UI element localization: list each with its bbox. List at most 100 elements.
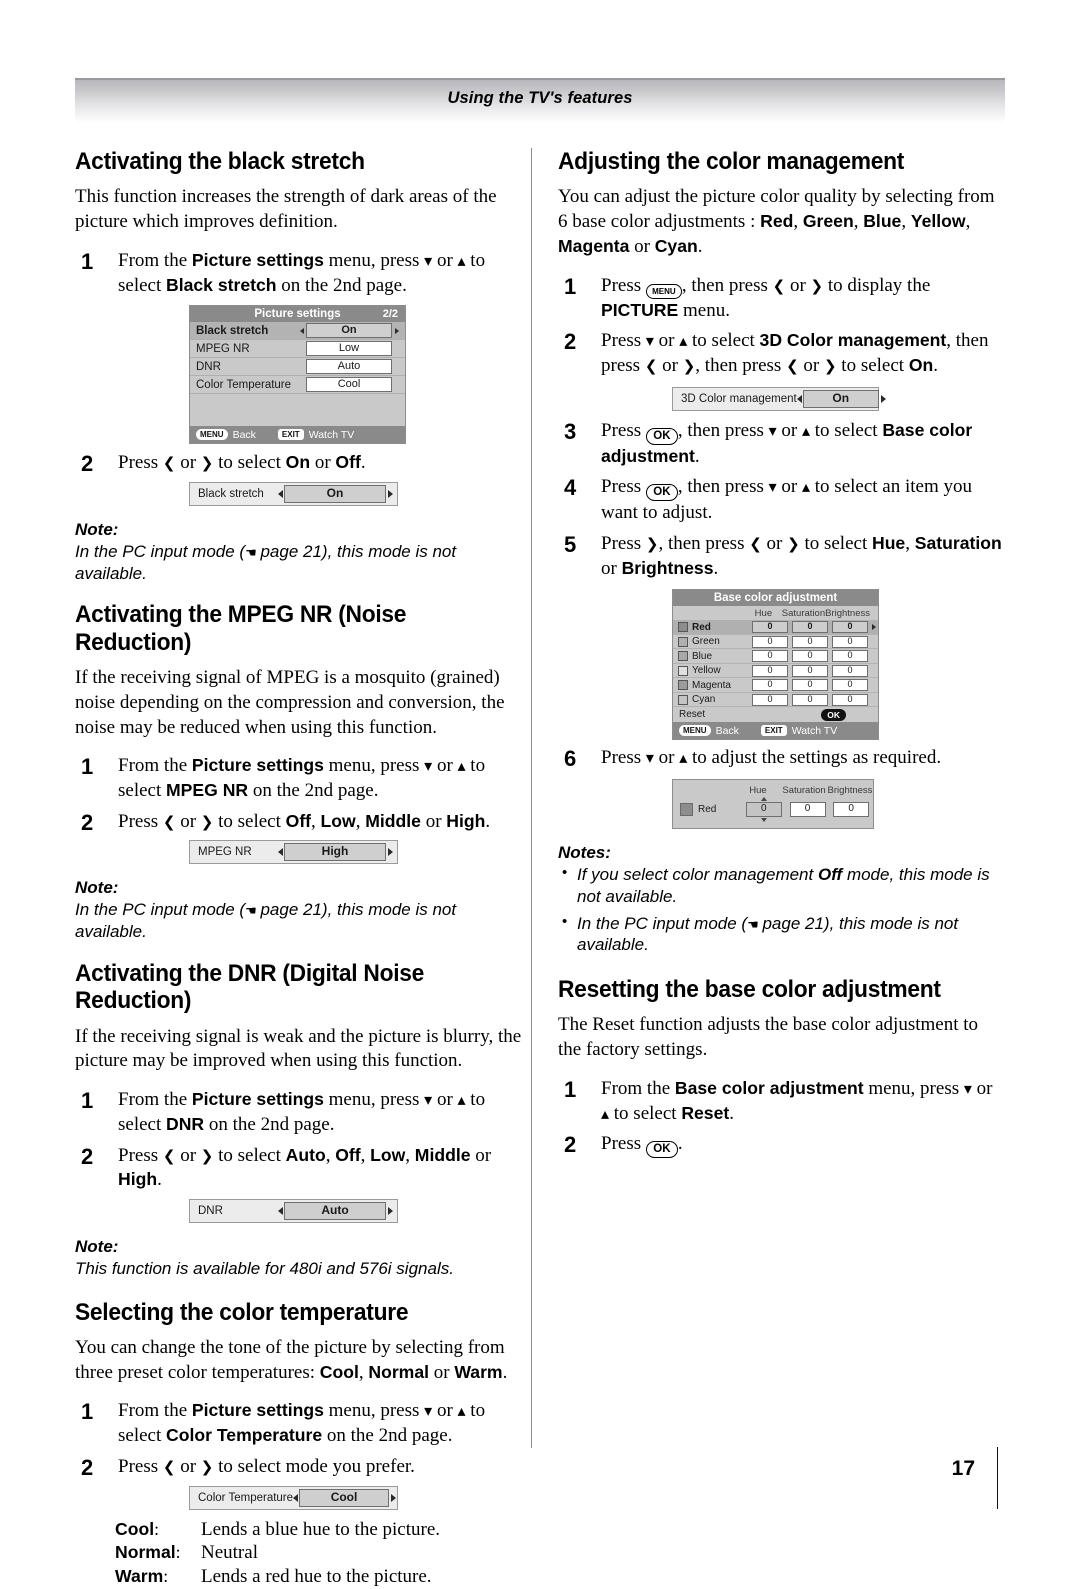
step-text: or	[657, 355, 682, 376]
chevron-right-icon[interactable]	[881, 395, 886, 403]
arrow-right-icon: ❯	[201, 813, 214, 831]
ok-key-icon[interactable]: OK	[646, 484, 678, 501]
ok-key-icon[interactable]: OK	[646, 1141, 678, 1158]
chevron-right-icon[interactable]	[388, 1207, 393, 1215]
intro-text-part: ,	[966, 211, 971, 232]
cell-hue: 0	[752, 665, 788, 677]
chevron-right-icon[interactable]	[395, 328, 399, 334]
osd-bar-value: On	[803, 390, 879, 408]
osd-bar-label: Black stretch	[190, 488, 264, 500]
arrow-right-icon: ❯	[201, 1458, 214, 1476]
osd-bar-mpeg-nr[interactable]: MPEG NR High	[189, 840, 398, 864]
step-text: From the	[118, 1400, 192, 1421]
step-text: .	[695, 446, 700, 467]
brightness-value: 0	[833, 802, 869, 817]
osd-bar-label: 3D Color management	[673, 393, 797, 405]
step-text: , then press	[678, 420, 769, 441]
table-header-brightness: Brightness	[825, 608, 870, 619]
arrow-right-icon: ❯	[683, 357, 696, 375]
menu-key-icon[interactable]: MENU	[196, 429, 228, 440]
chevron-left-icon[interactable]	[278, 1207, 283, 1215]
hue-stepper[interactable]: 0	[742, 797, 786, 822]
table-row[interactable]: Cyan 0 0 0	[673, 693, 878, 708]
step-text: , then press	[678, 476, 769, 497]
step-text: to select	[810, 420, 882, 441]
caret-down-icon[interactable]	[761, 818, 767, 822]
step-text: From the	[601, 1078, 675, 1099]
colon: :	[163, 1566, 168, 1586]
saturation-field[interactable]: 0	[786, 797, 830, 822]
brightness-field[interactable]: 0	[829, 797, 873, 822]
ui-term: Brightness	[622, 558, 714, 578]
step-text: to adjust the settings as required.	[687, 747, 941, 768]
chevron-right-icon[interactable]	[388, 848, 393, 856]
osd-bar-3d-color-management[interactable]: 3D Color management On	[672, 387, 879, 411]
osd-bar-black-stretch[interactable]: Black stretch On	[189, 482, 398, 506]
chevron-left-icon[interactable]	[293, 1494, 298, 1502]
step-item: 2 Press ❮ or ❯ to select mode you prefer…	[75, 1455, 522, 1480]
osd-row-black-stretch[interactable]: Black stretch On	[190, 322, 405, 340]
table-row[interactable]: Yellow 0 0 0	[673, 664, 878, 679]
table-row-reset[interactable]: Reset OK	[673, 707, 878, 722]
osd-page-indicator: 2/2	[383, 306, 398, 322]
step-number: 2	[564, 328, 576, 357]
step-text: to select	[800, 533, 872, 554]
chevron-left-icon[interactable]	[300, 328, 304, 334]
osd-bar-dnr[interactable]: DNR Auto	[189, 1199, 398, 1223]
step-text: , then press	[695, 355, 786, 376]
osd-row-label: Black stretch	[196, 325, 300, 337]
osd-picture-settings-panel: Picture settings 2/2 Black stretch On MP…	[189, 305, 406, 444]
chevron-left-icon[interactable]	[278, 848, 283, 856]
note-label: Note:	[75, 1237, 522, 1257]
running-header-title: Using the TV's features	[75, 89, 1005, 108]
caret-up-icon[interactable]	[761, 797, 767, 801]
ok-key-icon[interactable]: OK	[821, 709, 846, 721]
osd-row-dnr[interactable]: DNR Auto	[190, 358, 405, 376]
intro-text-part: or	[629, 236, 654, 257]
menu-key-icon[interactable]: MENU	[679, 725, 711, 736]
table-row[interactable]: Blue 0 0 0	[673, 649, 878, 664]
cell-hue: 0	[752, 694, 788, 706]
widget-header-brightness: Brightness	[827, 785, 873, 796]
cell-saturation: 0	[792, 679, 828, 691]
step-text: menu, press	[324, 1400, 424, 1421]
table-row[interactable]: Magenta 0 0 0	[673, 678, 878, 693]
osd-row-mpeg-nr[interactable]: MPEG NR Low	[190, 340, 405, 358]
section-intro-color-management: You can adjust the picture color quality…	[558, 185, 1005, 259]
ui-term: Saturation	[915, 533, 1002, 553]
color-swatch-red	[678, 622, 688, 632]
exit-key-icon[interactable]: EXIT	[278, 429, 304, 440]
osd-empty-area	[190, 394, 405, 426]
option-value: Cyan	[655, 236, 698, 256]
step-number: 1	[81, 248, 93, 277]
osd-row-color-temperature[interactable]: Color Temperature Cool	[190, 376, 405, 394]
arrow-down-icon: ▾	[424, 1401, 432, 1420]
chevron-right-icon[interactable]	[870, 624, 878, 630]
table-row[interactable]: Red 0 0 0	[673, 620, 878, 635]
chevron-right-icon[interactable]	[391, 1494, 396, 1502]
chevron-left-icon[interactable]	[278, 490, 283, 498]
step-text: , then press	[658, 533, 749, 554]
exit-key-icon[interactable]: EXIT	[761, 725, 787, 736]
menu-key-icon[interactable]: MENU	[646, 284, 682, 299]
step-number: 6	[564, 745, 576, 774]
arrow-right-icon: ❯	[201, 1147, 214, 1165]
row-name-cell: Magenta	[673, 680, 750, 691]
chevron-right-icon[interactable]	[388, 490, 393, 498]
ui-term: Picture settings	[192, 1089, 324, 1109]
step-text: or	[471, 1145, 492, 1166]
widget-header-saturation: Saturation	[781, 785, 827, 796]
chevron-left-icon[interactable]	[797, 395, 802, 403]
color-swatch-red	[680, 803, 693, 816]
definition-term: Cool:	[115, 1518, 201, 1542]
ui-term: Black stretch	[166, 275, 277, 295]
table-row[interactable]: Green 0 0 0	[673, 635, 878, 650]
step-text: or	[432, 1400, 457, 1421]
osd-bar-color-temperature[interactable]: Color Temperature Cool	[189, 1486, 398, 1510]
ok-key-icon[interactable]: OK	[646, 428, 678, 445]
cell-saturation: 0	[792, 665, 828, 677]
step-text: ,	[326, 1145, 336, 1166]
definition-description: Lends a blue hue to the picture.	[201, 1518, 522, 1542]
option-value: Normal	[368, 1362, 429, 1382]
option-value: Middle	[415, 1145, 471, 1165]
